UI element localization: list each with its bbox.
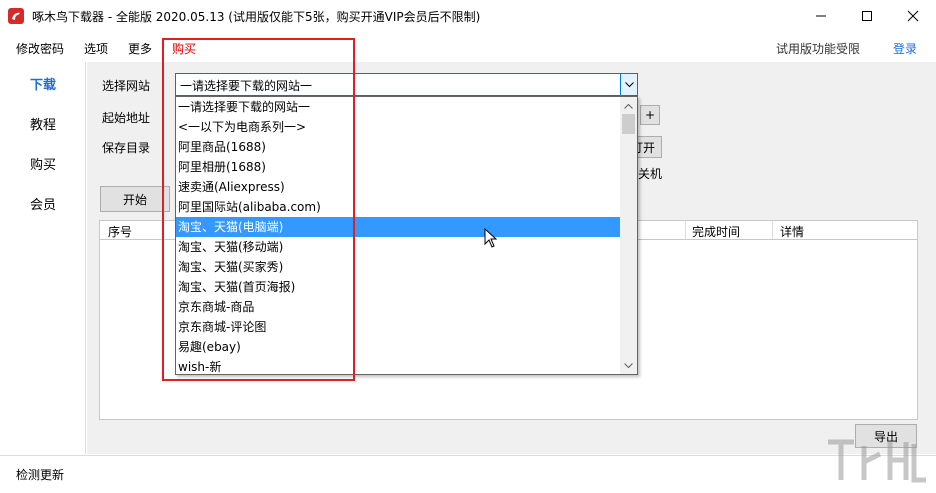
scroll-down-button[interactable] [620,357,637,374]
minimize-button[interactable] [798,0,844,32]
dropdown-option[interactable]: 淘宝、天猫(移动端) [176,237,621,257]
scroll-thumb[interactable] [622,114,635,134]
start-url-label: 起始地址 [102,111,151,125]
site-select-arrow[interactable] [620,74,637,95]
col-index[interactable]: 序号 [108,223,132,240]
dropdown-option[interactable]: 京东商城-商品 [176,297,621,317]
chevron-down-icon [624,81,634,87]
col-divider [772,221,773,239]
dropdown-option[interactable]: 淘宝、天猫(买家秀) [176,257,621,277]
site-dropdown-list[interactable]: 一请选择要下载的网站一 <一以下为电商系列一> 阿里商品(1688) 阿里相册(168… [175,96,638,375]
close-button[interactable] [890,0,936,32]
dropdown-option[interactable]: <一以下为电商系列一> [176,117,621,137]
scroll-up-button[interactable] [620,97,637,114]
chevron-up-icon [624,103,633,109]
add-url-button[interactable]: + [640,105,660,125]
mouse-cursor-icon [484,228,498,248]
nav-item-download[interactable]: 下载 [30,74,56,93]
col-detail[interactable]: 详情 [780,223,804,240]
dropdown-option[interactable]: 京东商城-评论图 [176,317,621,337]
dropdown-scrollbar[interactable] [620,97,637,374]
minimize-icon [816,15,826,17]
dropdown-option[interactable]: 速卖通(Aliexpress) [176,177,621,197]
site-label: 选择网站 [102,79,151,93]
site-select[interactable]: 一请选择要下载的网站一 [175,73,638,96]
start-button[interactable]: 开始 [100,186,170,212]
start-button-label: 开始 [122,192,147,207]
dropdown-option[interactable]: 淘宝、天猫(电脑端) [176,217,621,237]
login-link[interactable]: 登录 [893,40,917,57]
maximize-icon [862,11,872,21]
woodpecker-app-icon [8,8,24,24]
nav-item-member[interactable]: 会员 [30,194,56,213]
dropdown-option[interactable]: 淘宝、天猫(首页海报) [176,277,621,297]
chevron-down-icon [624,362,633,368]
trial-note: 试用版功能受限 [776,42,861,56]
menu-options[interactable]: 选项 [84,40,108,57]
add-url-label: + [644,108,656,122]
dropdown-option[interactable]: 阿里国际站(alibaba.com) [176,197,621,217]
menu-change-password[interactable]: 修改密码 [16,40,64,57]
nav-item-buy[interactable]: 购买 [30,154,56,173]
title-bar: 啄木鸟下载器 - 全能版 2020.05.13 (试用版仅能下5张，购买开通VI… [0,0,936,32]
dropdown-option[interactable]: 易趣(ebay) [176,337,621,357]
dropdown-option[interactable]: 阿里相册(1688) [176,157,621,177]
watermark-logo [828,439,926,483]
dropdown-option[interactable]: 阿里商品(1688) [176,137,621,157]
window-title: 啄木鸟下载器 - 全能版 2020.05.13 (试用版仅能下5张，购买开通VI… [32,10,481,24]
nav-item-tutorial[interactable]: 教程 [30,114,56,133]
dropdown-option[interactable]: wish-新 [176,357,621,377]
col-divider [685,221,686,239]
close-icon [907,10,919,22]
menu-more[interactable]: 更多 [128,40,152,57]
save-dir-label: 保存目录 [102,141,151,155]
status-bar: 检测更新 [0,455,936,493]
col-finish-time[interactable]: 完成时间 [692,223,740,240]
check-update-link[interactable]: 检测更新 [16,466,64,483]
menu-buy[interactable]: 购买 [172,40,196,57]
site-select-value: 一请选择要下载的网站一 [180,79,313,93]
maximize-button[interactable] [844,0,890,32]
dropdown-option[interactable]: 一请选择要下载的网站一 [176,97,621,117]
shutdown-label[interactable]: 关机 [638,165,662,182]
left-nav: 下载 教程 购买 会员 [0,62,86,454]
